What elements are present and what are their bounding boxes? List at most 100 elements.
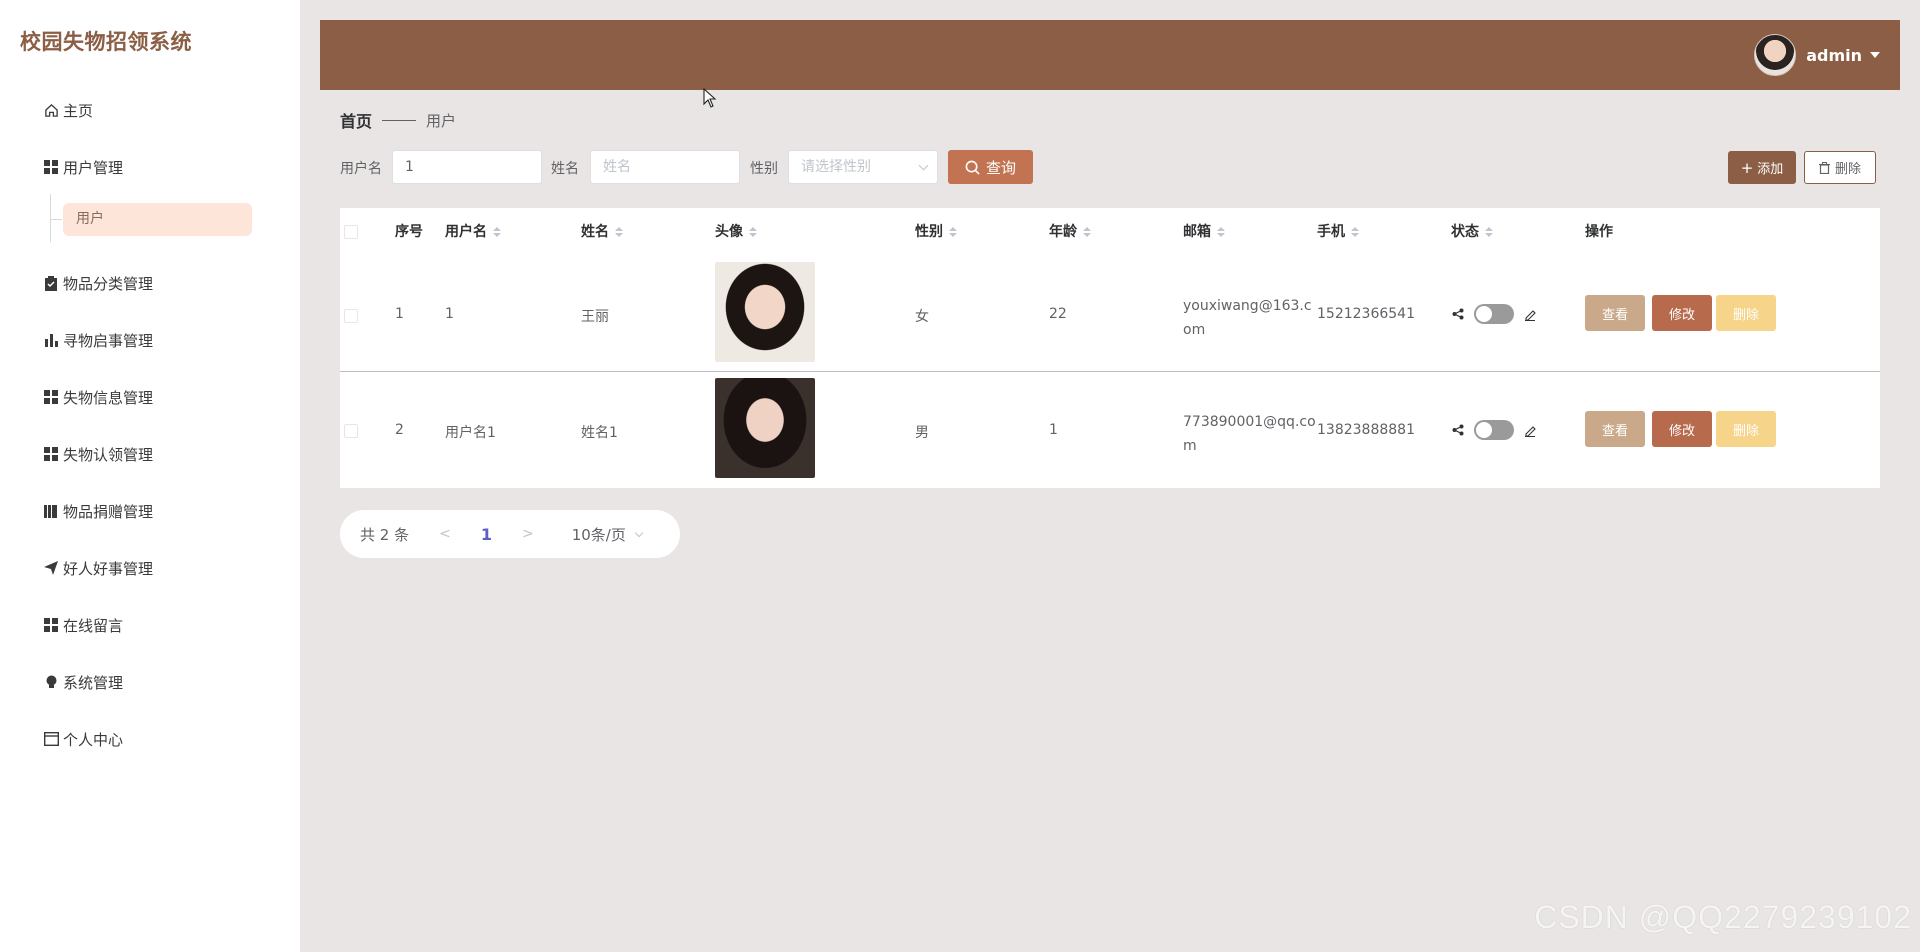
cell-index: 1 <box>395 306 404 322</box>
share-icon[interactable] <box>1451 307 1465 321</box>
send-icon <box>43 560 59 576</box>
sidebar-item-home[interactable]: 主页 <box>43 98 93 122</box>
search-button[interactable]: 查询 <box>948 150 1033 184</box>
table-row: 2 用户名1 姓名1 男 1 773890001@qq.com 13823888… <box>340 373 1880 489</box>
batch-delete-button[interactable]: 删除 <box>1804 151 1876 184</box>
gender-select[interactable]: 请选择性别 <box>788 150 938 184</box>
status-toggle[interactable] <box>1474 420 1514 440</box>
pagination: 共 2 条 < 1 > 10条/页 <box>340 510 680 558</box>
sidebar-item-good-deeds-management[interactable]: 好人好事管理 <box>43 556 153 580</box>
column-header-index: 序号 <box>395 224 423 240</box>
username-label: 用户名 <box>340 161 382 177</box>
sidebar-item-label: 在线留言 <box>63 616 124 635</box>
sidebar-item-personal-center[interactable]: 个人中心 <box>43 727 123 751</box>
sort-icon <box>1351 227 1359 237</box>
cell-name: 姓名1 <box>581 425 618 441</box>
plus-icon: + <box>1740 158 1754 177</box>
sidebar-item-donation-management[interactable]: 物品捐赠管理 <box>43 499 153 523</box>
page-number-current[interactable]: 1 <box>481 525 492 544</box>
sidebar-item-system-management[interactable]: 系统管理 <box>43 670 123 694</box>
avatar <box>1754 34 1797 76</box>
column-header-name[interactable]: 姓名 <box>581 208 623 256</box>
gender-select-placeholder: 请选择性别 <box>801 159 871 175</box>
column-header-username[interactable]: 用户名 <box>445 208 501 256</box>
column-header-email[interactable]: 邮箱 <box>1183 208 1225 256</box>
select-all-checkbox[interactable] <box>344 225 358 239</box>
user-photo <box>715 262 815 362</box>
cell-phone: 13823888881 <box>1317 422 1415 438</box>
row-checkbox[interactable] <box>344 309 358 323</box>
sidebar-subitem-user[interactable]: 用户 <box>63 203 252 236</box>
column-header-gender[interactable]: 性别 <box>915 208 957 256</box>
cell-username: 1 <box>445 306 454 322</box>
table-row: 1 1 王丽 女 22 youxiwang@163.com 1521236654… <box>340 256 1880 372</box>
sidebar-item-category-management[interactable]: 物品分类管理 <box>43 271 153 295</box>
user-menu[interactable]: admin <box>1754 33 1880 77</box>
sidebar: 校园失物招领系统 主页 用户管理 物品分类管理 寻物启事管理 失物信息管理 失物… <box>0 0 300 952</box>
edit-button[interactable]: 修改 <box>1652 411 1712 447</box>
username-input[interactable]: 1 <box>392 150 542 184</box>
edit-button[interactable]: 修改 <box>1652 295 1712 331</box>
add-button[interactable]: + 添加 <box>1728 151 1796 184</box>
cell-gender: 男 <box>915 425 929 441</box>
column-header-phone[interactable]: 手机 <box>1317 208 1359 256</box>
delete-button[interactable]: 删除 <box>1716 411 1776 447</box>
page-size-select[interactable]: 10条/页 <box>572 524 644 545</box>
edit-icon[interactable] <box>1523 423 1537 437</box>
batch-delete-button-label: 删除 <box>1834 162 1861 177</box>
grid-icon <box>43 617 59 633</box>
user-table: 序号 用户名 姓名 头像 性别 年龄 邮箱 手机 状态 操作 1 1 王丽 女 … <box>340 208 1880 488</box>
watermark: CSDN @QQ2279239102 <box>1534 899 1912 935</box>
submenu-tick <box>50 219 62 220</box>
edit-icon[interactable] <box>1523 307 1537 321</box>
view-button[interactable]: 查看 <box>1585 295 1645 331</box>
sidebar-item-label: 用户管理 <box>63 158 124 177</box>
name-input[interactable]: 姓名 <box>590 150 740 184</box>
caret-down-icon <box>1870 52 1880 58</box>
column-header-avatar[interactable]: 头像 <box>715 208 757 256</box>
sidebar-item-lost-notice-management[interactable]: 寻物启事管理 <box>43 328 153 352</box>
clipboard-icon <box>43 275 59 291</box>
column-header-age[interactable]: 年龄 <box>1049 208 1091 256</box>
sidebar-item-user-management[interactable]: 用户管理 <box>43 155 123 179</box>
chevron-down-icon <box>634 528 644 537</box>
next-page-button[interactable]: > <box>522 526 534 542</box>
gender-label: 性别 <box>750 161 778 177</box>
window-icon <box>43 731 59 747</box>
trash-icon <box>1818 161 1830 174</box>
sort-icon <box>749 227 757 237</box>
view-button[interactable]: 查看 <box>1585 411 1645 447</box>
bar-chart-icon <box>43 332 59 348</box>
row-checkbox[interactable] <box>344 424 358 438</box>
pagination-total: 共 2 条 <box>360 525 410 544</box>
name-label: 姓名 <box>551 161 579 177</box>
bulb-icon <box>43 674 59 690</box>
breadcrumb: 首页 用户 <box>340 108 456 132</box>
share-icon[interactable] <box>1451 423 1465 437</box>
sidebar-item-messages[interactable]: 在线留言 <box>43 613 123 637</box>
chevron-down-icon <box>918 160 929 171</box>
breadcrumb-current: 用户 <box>426 111 457 130</box>
sort-icon <box>615 227 623 237</box>
breadcrumb-separator <box>382 119 417 121</box>
user-name: admin <box>1806 45 1862 65</box>
delete-button[interactable]: 删除 <box>1716 295 1776 331</box>
cell-age: 1 <box>1049 422 1058 438</box>
cell-index: 2 <box>395 422 404 438</box>
status-controls <box>1451 304 1537 324</box>
sort-icon <box>1217 227 1225 237</box>
column-header-status[interactable]: 状态 <box>1451 208 1493 256</box>
cell-age: 22 <box>1049 306 1067 322</box>
prev-page-button[interactable]: < <box>439 526 451 542</box>
cell-username: 用户名1 <box>445 425 496 441</box>
cell-gender: 女 <box>915 309 929 325</box>
status-toggle[interactable] <box>1474 304 1514 324</box>
sidebar-item-label: 主页 <box>63 101 94 120</box>
column-header-actions: 操作 <box>1585 224 1613 240</box>
submenu-line <box>50 194 51 242</box>
breadcrumb-home[interactable]: 首页 <box>340 108 372 132</box>
sidebar-item-claim-management[interactable]: 失物认领管理 <box>43 442 153 466</box>
sidebar-item-label: 失物信息管理 <box>63 388 154 407</box>
sidebar-item-lost-info-management[interactable]: 失物信息管理 <box>43 385 153 409</box>
sort-icon <box>949 227 957 237</box>
